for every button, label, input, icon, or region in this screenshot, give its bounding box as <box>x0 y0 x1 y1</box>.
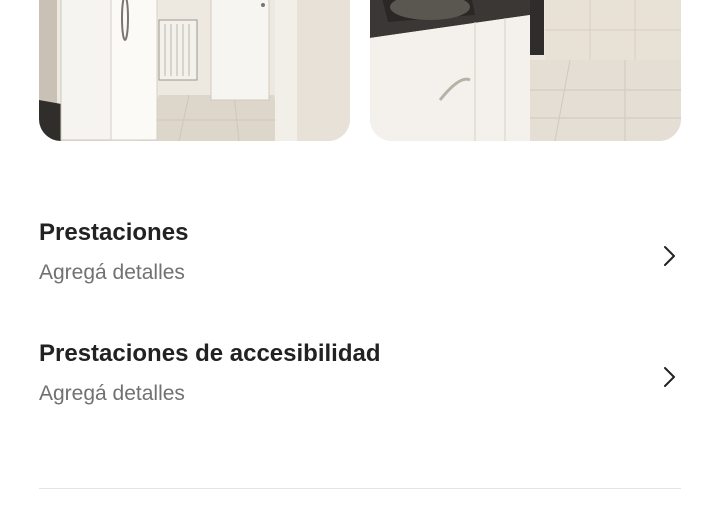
amenities-subtitle: Agregá detalles <box>39 261 185 284</box>
chevron-right-icon <box>664 246 675 266</box>
chevron-right-icon <box>664 367 675 387</box>
kitchen-photo-image <box>370 0 681 141</box>
accessibility-amenities-row[interactable]: Prestaciones de accesibilidad Agregá det… <box>39 340 681 420</box>
laundry-photo-image <box>39 0 350 141</box>
amenities-title: Prestaciones <box>39 219 189 246</box>
amenities-row[interactable]: Prestaciones Agregá detalles <box>39 219 681 299</box>
accessibility-amenities-title: Prestaciones de accesibilidad <box>39 340 381 367</box>
listing-photo-kitchen[interactable] <box>370 0 681 141</box>
section-divider <box>39 488 681 489</box>
accessibility-amenities-subtitle: Agregá detalles <box>39 382 185 405</box>
listing-photo-laundry[interactable] <box>39 0 350 141</box>
